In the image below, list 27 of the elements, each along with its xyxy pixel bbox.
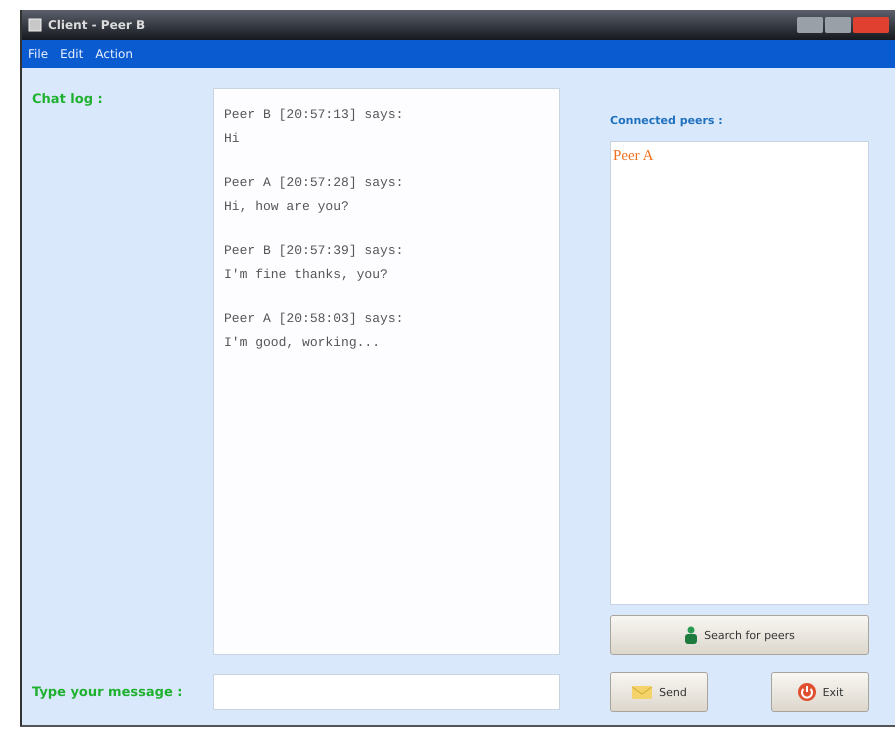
user-icon [684,626,698,644]
message-text: I'm good, working... [224,334,382,352]
power-icon [796,682,817,702]
message-header: Peer B [20:57:39] says: [224,242,404,260]
envelope-icon [631,684,654,700]
chat-log-label: Chat log : [32,91,104,109]
exit-button[interactable]: Exit [771,672,869,712]
peer-item[interactable]: Peer A [613,148,866,165]
message-header: Peer A [20:58:03] says: [224,310,404,328]
send-button[interactable]: Send [610,672,708,712]
message-text: Hi, how are you? [224,198,350,216]
maximize-button[interactable] [825,17,851,33]
message-text: I'm fine thanks, you? [224,266,389,284]
menu-item[interactable]: File [28,47,48,61]
menu-item[interactable]: Edit [60,47,84,61]
message-input[interactable] [213,674,560,710]
search-peers-button[interactable]: Search for peers [610,615,869,655]
message-label: Type your message : [32,684,184,700]
peers-label: Connected peers : [610,114,724,127]
app-icon [28,18,42,32]
menu-item[interactable]: Action [95,47,133,61]
close-button[interactable] [853,17,889,33]
minimize-button[interactable] [797,17,823,33]
message-header: Peer A [20:57:28] says: [224,174,404,192]
message-header: Peer B [20:57:13] says: [224,106,404,124]
message-text: Hi [224,130,241,148]
window-title: Client - Peer B [48,18,146,32]
